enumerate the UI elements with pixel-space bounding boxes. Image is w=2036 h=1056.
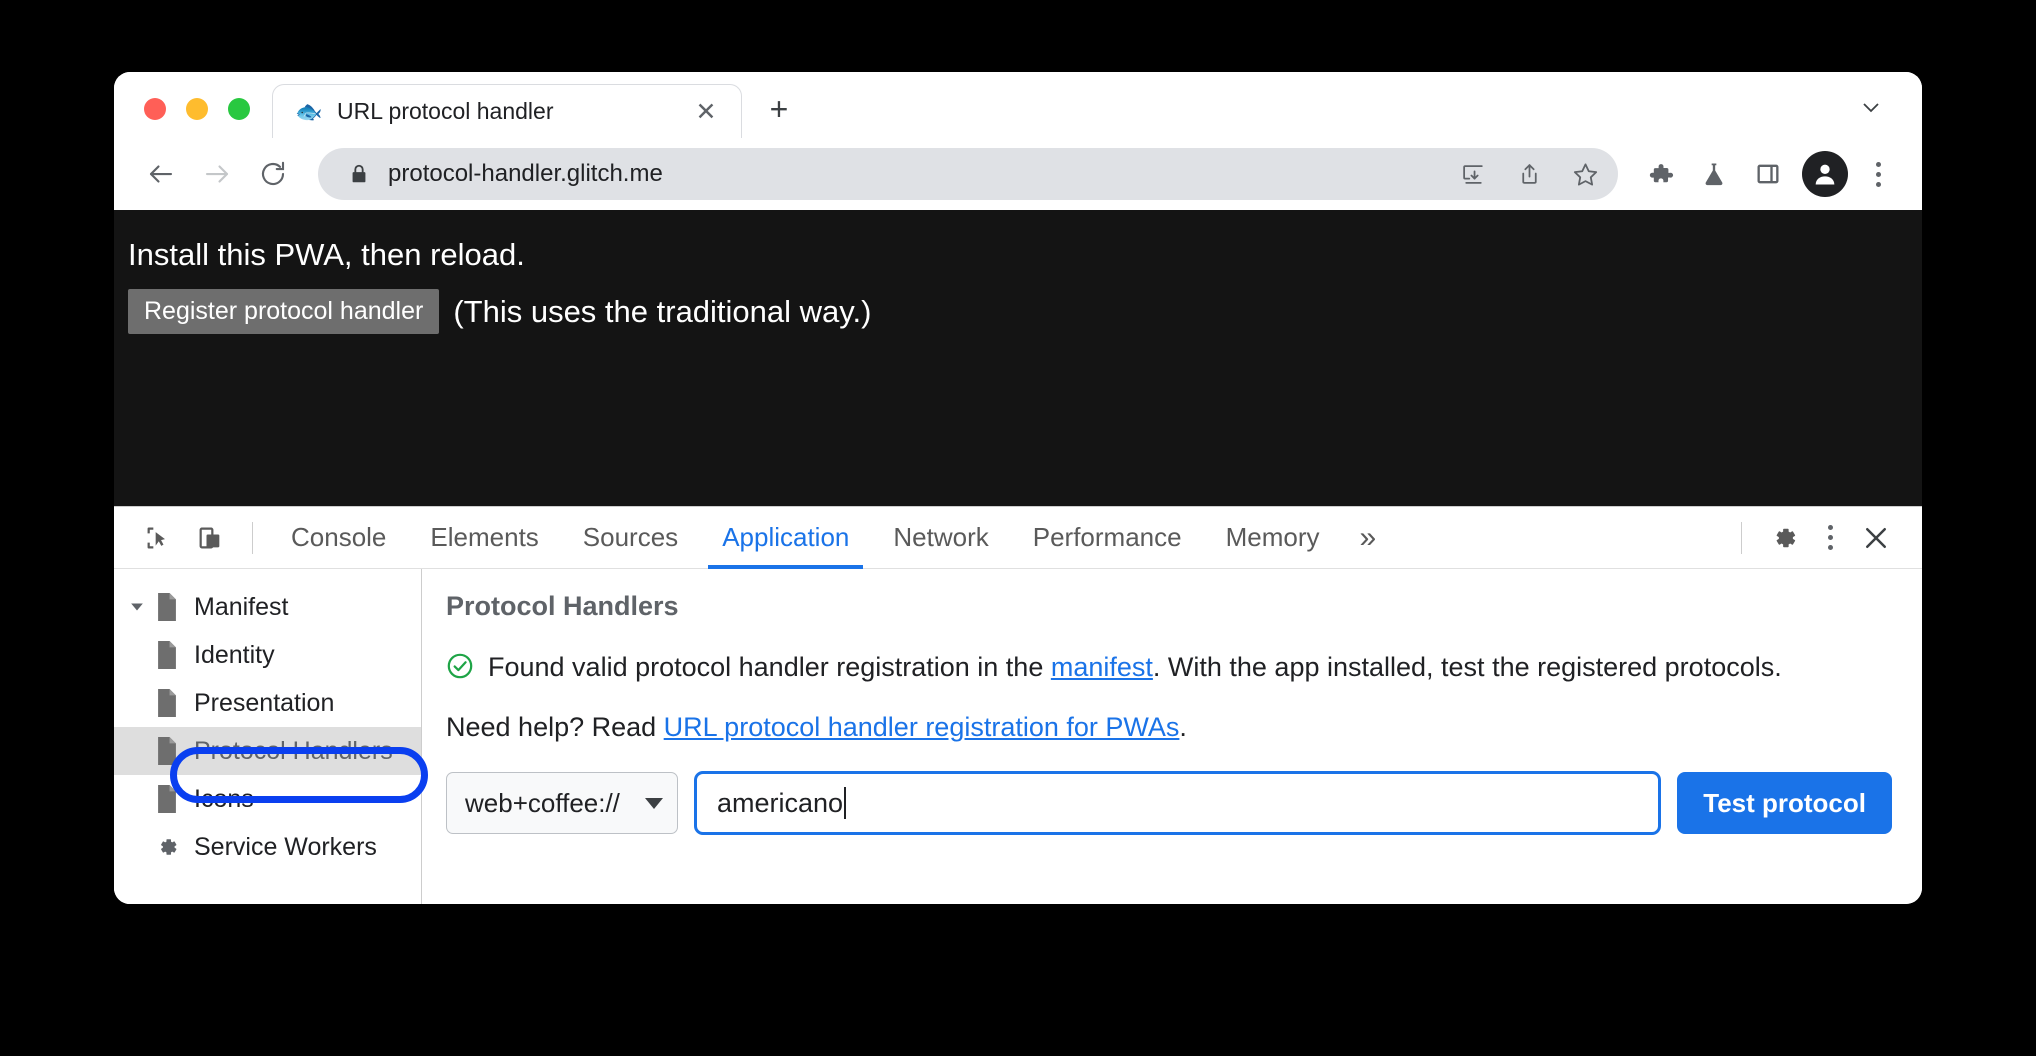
manifest-file-icon (150, 593, 184, 621)
help-text-after: . (1179, 712, 1187, 743)
tab-strip: 🐟 URL protocol handler ✕ + (114, 72, 1922, 138)
page-headline: Install this PWA, then reload. (128, 237, 525, 272)
protocol-input-value: americano (717, 787, 844, 818)
maximize-window-button[interactable] (228, 98, 250, 120)
tab-title: URL protocol handler (337, 98, 554, 124)
chevron-down-icon[interactable] (1848, 84, 1894, 130)
tab-network[interactable]: Network (871, 507, 1010, 569)
sidebar-item-protocol-handlers[interactable]: Protocol Handlers (114, 727, 421, 775)
sidebar-item-label: Icons (194, 784, 254, 813)
chrome-menu-icon[interactable] (1858, 150, 1898, 198)
chevron-down-icon[interactable] (124, 600, 150, 614)
side-panel-icon[interactable] (1744, 150, 1792, 198)
experiments-flask-icon[interactable] (1690, 150, 1738, 198)
scheme-select-value: web+coffee:// (465, 787, 620, 818)
menu-dot (1875, 171, 1881, 177)
sidebar-item-label: Identity (194, 640, 275, 669)
sidebar-item-service-workers[interactable]: Service Workers (114, 823, 421, 871)
browser-window: 🐟 URL protocol handler ✕ + protocol-hand… (114, 72, 1922, 904)
back-arrow-icon[interactable] (136, 149, 186, 199)
status-text-after: . With the app installed, test the regis… (1152, 652, 1782, 682)
tab-elements[interactable]: Elements (408, 507, 560, 569)
new-tab-button[interactable]: + (756, 86, 802, 132)
actions-divider (1741, 521, 1742, 554)
help-text-before: Need help? Read (446, 712, 664, 743)
devtools-tabbar-actions (1725, 512, 1922, 564)
profile-avatar-icon[interactable] (1802, 151, 1848, 197)
page-note: (This uses the traditional way.) (453, 293, 872, 329)
reload-icon[interactable] (248, 149, 298, 199)
tab-application[interactable]: Application (700, 507, 871, 569)
green-check-circle-icon (446, 652, 474, 685)
address-bar[interactable]: protocol-handler.glitch.me (318, 148, 1618, 200)
sidebar-item-label: Service Workers (194, 832, 377, 861)
scheme-select[interactable]: web+coffee:// (446, 772, 678, 835)
close-devtools-icon[interactable] (1850, 512, 1902, 564)
sidebar-item-icons[interactable]: Icons (114, 775, 421, 823)
file-icon (150, 785, 184, 813)
protocol-handlers-panel: Protocol Handlers Found valid protocol h… (422, 569, 1922, 904)
window-controls (114, 98, 272, 138)
application-sidebar: Manifest Identity Presentation Protocol … (114, 569, 428, 904)
help-message: Need help? Read URL protocol handler reg… (446, 712, 1892, 743)
url-text: protocol-handler.glitch.me (388, 160, 663, 187)
browser-tab[interactable]: 🐟 URL protocol handler ✕ (272, 84, 742, 138)
devtools-panel: Console Elements Sources Application Net… (114, 506, 1922, 904)
text-cursor (844, 787, 847, 820)
sidebar-item-identity[interactable]: Identity (114, 631, 421, 679)
gear-icon (150, 834, 184, 860)
status-text-before: Found valid protocol handler registratio… (488, 652, 1051, 682)
menu-dot (1827, 535, 1833, 540)
menu-dot (1827, 525, 1833, 530)
file-icon (150, 689, 184, 717)
tab-console[interactable]: Console (269, 507, 408, 569)
settings-gear-icon[interactable] (1758, 512, 1810, 564)
devtools-tab-bar: Console Elements Sources Application Net… (114, 507, 1922, 569)
share-icon[interactable] (1506, 151, 1552, 197)
test-protocol-button[interactable]: Test protocol (1677, 772, 1892, 835)
browser-toolbar: protocol-handler.glitch.me (114, 138, 1922, 210)
forward-arrow-icon (192, 149, 242, 199)
device-toolbar-icon[interactable] (184, 512, 236, 564)
pwa-docs-link[interactable]: URL protocol handler registration for PW… (664, 712, 1180, 742)
file-icon (150, 737, 184, 765)
page-viewport: Install this PWA, then reload. Register … (114, 210, 1922, 506)
status-message: Found valid protocol handler registratio… (446, 648, 1892, 686)
tab-sources[interactable]: Sources (561, 507, 700, 569)
more-tabs-button[interactable]: » (1342, 507, 1395, 569)
sidebar-item-manifest[interactable]: Manifest (114, 583, 421, 631)
page-title: Protocol Handlers (446, 591, 679, 621)
tab-performance[interactable]: Performance (1011, 507, 1204, 569)
close-tab-button[interactable]: ✕ (689, 95, 723, 129)
protocol-input[interactable]: americano (694, 771, 1662, 836)
inspect-element-icon[interactable] (132, 512, 184, 564)
install-pwa-icon[interactable] (1450, 151, 1496, 197)
extensions-puzzle-icon[interactable] (1636, 150, 1684, 198)
close-window-button[interactable] (144, 98, 166, 120)
menu-dot (1875, 181, 1881, 187)
devtools-menu-icon[interactable] (1810, 514, 1850, 562)
lock-icon (348, 163, 370, 185)
sidebar-item-label: Presentation (194, 688, 335, 717)
bookmark-star-icon[interactable] (1562, 151, 1608, 197)
manifest-link[interactable]: manifest (1051, 652, 1153, 682)
menu-dot (1827, 545, 1833, 550)
sidebar-item-label: Manifest (194, 592, 289, 621)
menu-dot (1875, 161, 1881, 167)
sidebar-item-label: Protocol Handlers (194, 736, 393, 765)
file-icon (150, 641, 184, 669)
minimize-window-button[interactable] (186, 98, 208, 120)
sidebar-item-presentation[interactable]: Presentation (114, 679, 421, 727)
status-text: Found valid protocol handler registratio… (488, 648, 1782, 686)
tab-memory[interactable]: Memory (1204, 507, 1342, 569)
tropical-fish-icon: 🐟 (295, 98, 323, 124)
omnibox-actions (1450, 151, 1608, 197)
screenshot-root: 🐟 URL protocol handler ✕ + protocol-hand… (0, 0, 2036, 1056)
chevron-down-icon (645, 797, 663, 809)
toolbar-divider (252, 521, 253, 554)
page-action-row: Register protocol handler (This uses the… (128, 288, 1922, 335)
protocol-test-form: web+coffee:// americano Test protocol (446, 771, 1892, 836)
devtools-body: Manifest Identity Presentation Protocol … (114, 569, 1922, 904)
register-protocol-handler-button[interactable]: Register protocol handler (128, 288, 440, 335)
